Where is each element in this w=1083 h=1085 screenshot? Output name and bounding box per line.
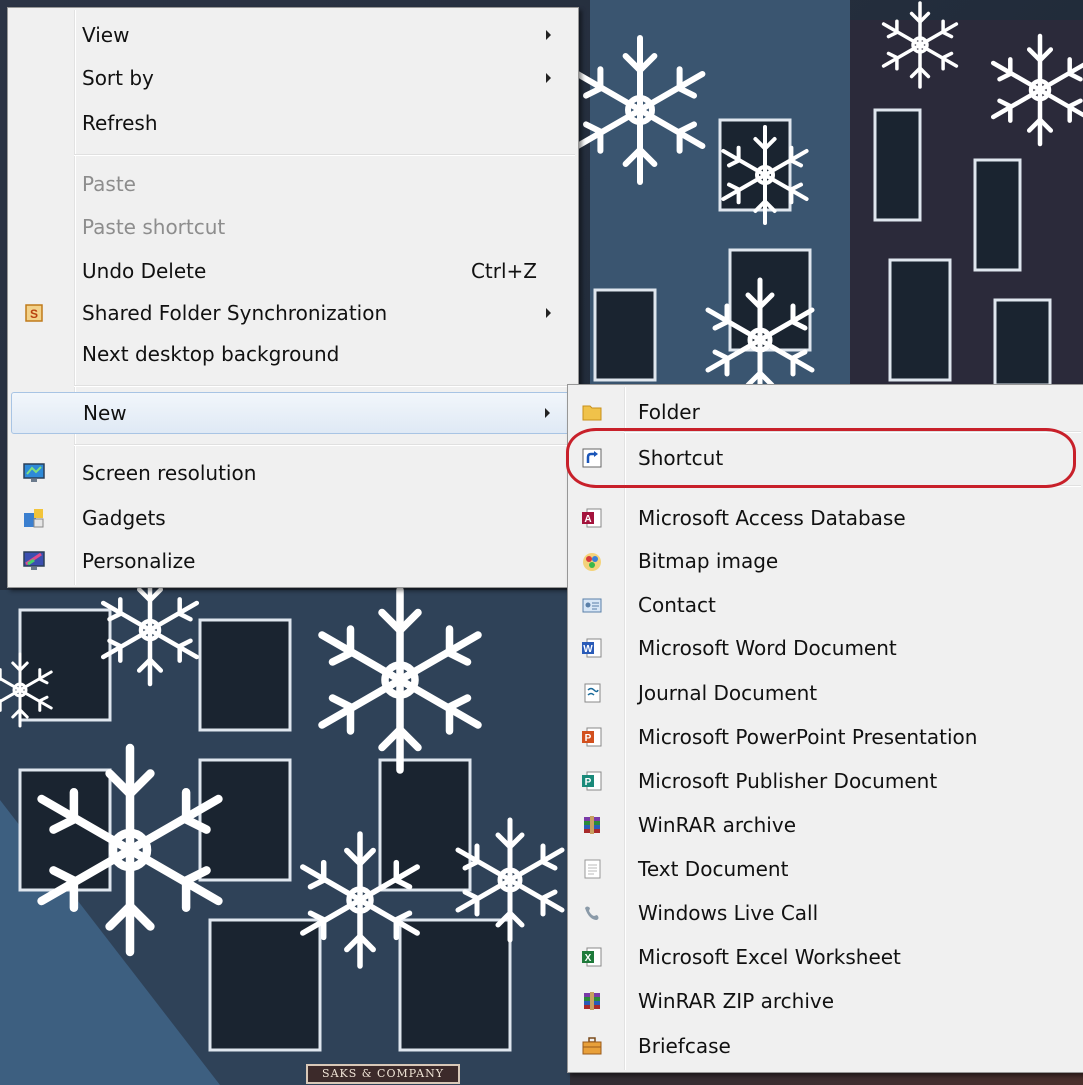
menu-item-refresh-label: Refresh	[82, 111, 158, 135]
svg-text:X: X	[585, 953, 592, 964]
svg-text:W: W	[583, 644, 593, 655]
menu-item-sort-by[interactable]: Sort by	[11, 57, 575, 99]
menu-item-view-label: View	[82, 23, 130, 47]
menu-item-refresh[interactable]: Refresh	[11, 102, 575, 144]
folder-icon	[581, 401, 603, 423]
new-item-word-document-label: Microsoft Word Document	[638, 636, 897, 660]
menu-item-view[interactable]: View	[11, 14, 575, 56]
menu-item-personalize-label: Personalize	[82, 549, 196, 573]
personalize-icon	[23, 550, 45, 572]
menu-item-shared-folder-sync[interactable]: S Shared Folder Synchronization	[11, 292, 575, 334]
submenu-arrow-icon	[546, 308, 551, 318]
new-item-contact[interactable]: Contact	[571, 584, 1081, 626]
new-item-winrar-label: WinRAR archive	[638, 813, 796, 837]
new-item-excel[interactable]: X Microsoft Excel Worksheet	[571, 936, 1081, 978]
svg-text:A: A	[584, 514, 591, 525]
menu-item-new-label: New	[83, 401, 127, 425]
screen-resolution-icon	[23, 462, 45, 484]
menu-separator	[74, 154, 575, 156]
new-item-excel-label: Microsoft Excel Worksheet	[638, 945, 901, 969]
shared-folder-sync-icon: S	[23, 302, 45, 324]
new-item-access-database[interactable]: A Microsoft Access Database	[571, 497, 1081, 539]
phone-icon	[581, 902, 603, 924]
new-item-access-database-label: Microsoft Access Database	[638, 506, 906, 530]
new-item-live-call[interactable]: Windows Live Call	[571, 892, 1081, 934]
new-item-bitmap-label: Bitmap image	[638, 549, 779, 573]
briefcase-icon	[581, 1035, 603, 1057]
menu-item-screen-resolution-label: Screen resolution	[82, 461, 257, 485]
new-item-journal-document[interactable]: Journal Document	[571, 672, 1081, 714]
new-item-contact-label: Contact	[638, 593, 716, 617]
menu-item-undo-delete-label: Undo Delete	[82, 259, 207, 283]
new-item-winrar-zip-label: WinRAR ZIP archive	[638, 989, 835, 1013]
menu-separator	[74, 444, 575, 446]
submenu-arrow-icon	[546, 30, 551, 40]
gadgets-icon	[23, 507, 45, 529]
new-item-winrar[interactable]: WinRAR archive	[571, 804, 1081, 846]
menu-item-gadgets-label: Gadgets	[82, 506, 166, 530]
new-item-folder-label: Folder	[638, 400, 700, 424]
new-item-folder[interactable]: Folder	[571, 391, 1081, 433]
menu-item-sort-by-label: Sort by	[82, 66, 154, 90]
svg-text:P: P	[585, 777, 592, 788]
menu-item-paste-shortcut-label: Paste shortcut	[82, 215, 226, 239]
new-item-publisher-label: Microsoft Publisher Document	[638, 769, 938, 793]
text-document-icon	[581, 858, 603, 880]
menu-item-paste[interactable]: Paste	[11, 163, 575, 205]
new-item-publisher[interactable]: P Microsoft Publisher Document	[571, 760, 1081, 802]
menu-item-shared-folder-sync-label: Shared Folder Synchronization	[82, 301, 388, 325]
new-item-powerpoint-label: Microsoft PowerPoint Presentation	[638, 725, 978, 749]
contact-icon	[581, 594, 603, 616]
new-item-live-call-label: Windows Live Call	[638, 901, 819, 925]
new-item-powerpoint[interactable]: P Microsoft PowerPoint Presentation	[571, 716, 1081, 758]
store-sign: SAKS & COMPANY	[306, 1064, 460, 1084]
powerpoint-icon: P	[581, 726, 603, 748]
menu-item-personalize[interactable]: Personalize	[11, 540, 575, 582]
access-database-icon: A	[581, 507, 603, 529]
highlight-annotation	[566, 428, 1076, 488]
menu-item-next-background-label: Next desktop background	[82, 342, 340, 366]
new-item-text-document[interactable]: Text Document	[571, 848, 1081, 890]
menu-item-gadgets[interactable]: Gadgets	[11, 497, 575, 539]
new-item-journal-document-label: Journal Document	[638, 681, 818, 705]
new-item-briefcase-label: Briefcase	[638, 1034, 731, 1058]
new-item-word-document[interactable]: W Microsoft Word Document	[571, 627, 1081, 669]
bitmap-image-icon	[581, 550, 603, 572]
new-item-winrar-zip[interactable]: WinRAR ZIP archive	[571, 980, 1081, 1022]
new-item-text-document-label: Text Document	[638, 857, 789, 881]
winrar-archive-icon	[581, 814, 603, 836]
journal-document-icon	[581, 682, 603, 704]
excel-worksheet-icon: X	[581, 946, 603, 968]
menu-item-paste-shortcut[interactable]: Paste shortcut	[11, 206, 575, 248]
winrar-zip-icon	[581, 990, 603, 1012]
svg-text:P: P	[585, 733, 592, 744]
publisher-icon: P	[581, 770, 603, 792]
new-item-briefcase[interactable]: Briefcase	[571, 1025, 1081, 1067]
menu-item-new[interactable]: New	[11, 392, 575, 434]
new-item-bitmap[interactable]: Bitmap image	[571, 540, 1081, 582]
submenu-arrow-icon	[545, 408, 550, 418]
desktop-context-menu: View Sort by Refresh Paste Paste shortcu…	[7, 7, 579, 588]
submenu-arrow-icon	[546, 73, 551, 83]
menu-item-paste-label: Paste	[82, 172, 136, 196]
svg-text:S: S	[30, 307, 38, 321]
menu-item-next-background[interactable]: Next desktop background	[11, 333, 575, 375]
word-document-icon: W	[581, 637, 603, 659]
menu-separator	[74, 385, 575, 387]
menu-item-undo-delete[interactable]: Undo Delete Ctrl+Z	[11, 250, 575, 292]
menu-item-screen-resolution[interactable]: Screen resolution	[11, 452, 575, 494]
undo-delete-shortcut-key: Ctrl+Z	[470, 259, 537, 283]
